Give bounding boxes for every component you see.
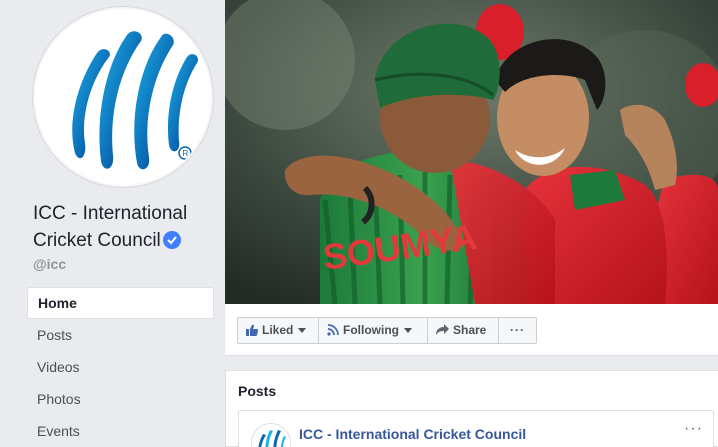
posts-heading[interactable]: Posts [238,383,276,399]
icc-logo-icon: R [72,31,198,170]
rss-icon [327,320,339,345]
post-author-link[interactable]: ICC - International Cricket Council [299,426,526,442]
nav-item-videos[interactable]: Videos [27,351,214,383]
liked-label: Liked [262,323,294,337]
cover-image: SOUMYA [225,0,718,304]
share-button[interactable]: Share [427,317,499,344]
left-column: R ICC - International Cricket Council @i… [0,0,225,447]
following-label: Following [343,323,399,337]
nav-item-photos[interactable]: Photos [27,383,214,415]
chevron-down-icon [404,328,412,333]
share-icon [436,320,449,345]
nav-item-events[interactable]: Events [27,415,214,447]
liked-button[interactable]: Liked [237,317,319,344]
cover-photo[interactable]: SOUMYA [225,0,718,304]
thumbs-up-icon [246,320,258,345]
chevron-down-icon [298,328,307,333]
share-label: Share [453,323,487,337]
profile-picture[interactable]: R [33,7,213,187]
more-options-button[interactable]: ··· [498,317,537,344]
following-button[interactable]: Following [318,317,428,344]
page-name[interactable]: ICC - International Cricket Council [33,200,223,254]
post-more-button[interactable]: ··· [684,420,703,438]
verified-badge-icon [162,231,181,249]
posts-card: Posts ICC - International Cricket Counci… [225,370,718,447]
nav-item-posts[interactable]: Posts [27,319,214,351]
page-nav: Home Posts Videos Photos Events [27,287,214,447]
nav-item-home[interactable]: Home [27,287,214,319]
page-action-bar: Liked Following Share ··· [225,304,718,356]
post-item: ICC - International Cricket Council ··· [238,410,714,447]
page-handle[interactable]: @icc [33,256,66,272]
post-avatar[interactable] [251,423,291,447]
icc-logo-icon [258,430,286,447]
svg-text:R: R [183,149,189,158]
